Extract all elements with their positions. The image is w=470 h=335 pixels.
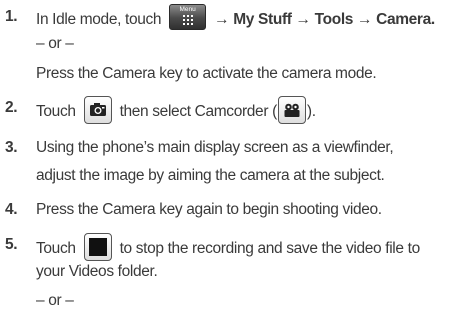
menu-grid-icon: Menu [169,4,207,30]
or-separator: – or – [36,35,74,52]
or-separator: – or – [36,292,74,309]
step-text: Using the phone’s main display screen as… [36,139,394,156]
step-text: Touch [36,103,76,121]
step-number: 5. [5,236,18,253]
step-number: 3. [5,139,18,156]
step-text: Press the Camera key again to begin shoo… [36,201,382,218]
camcorder-icon [277,96,306,124]
stop-icon [83,233,112,261]
step-text: then select Camcorder ( [119,103,278,121]
step-number: 1. [5,8,18,25]
menu-path: → My Stuff → Tools → Camera. [214,11,435,29]
step-text: Touch [36,240,76,258]
step-text: to stop the recording and save the video… [119,240,421,258]
step-text: In Idle mode, touch [36,11,162,29]
instruction-page: 1. In Idle mode, touch Menu → My Stuff →… [0,0,470,335]
step-text: your Videos folder. [36,263,158,280]
camera-icon [83,96,112,124]
step-number: 4. [5,201,18,218]
step-number: 2. [5,99,18,116]
step-text: Press the Camera key to activate the cam… [36,65,377,82]
step-text: adjust the image by aiming the camera at… [36,167,385,184]
step-text: ). [306,103,316,121]
